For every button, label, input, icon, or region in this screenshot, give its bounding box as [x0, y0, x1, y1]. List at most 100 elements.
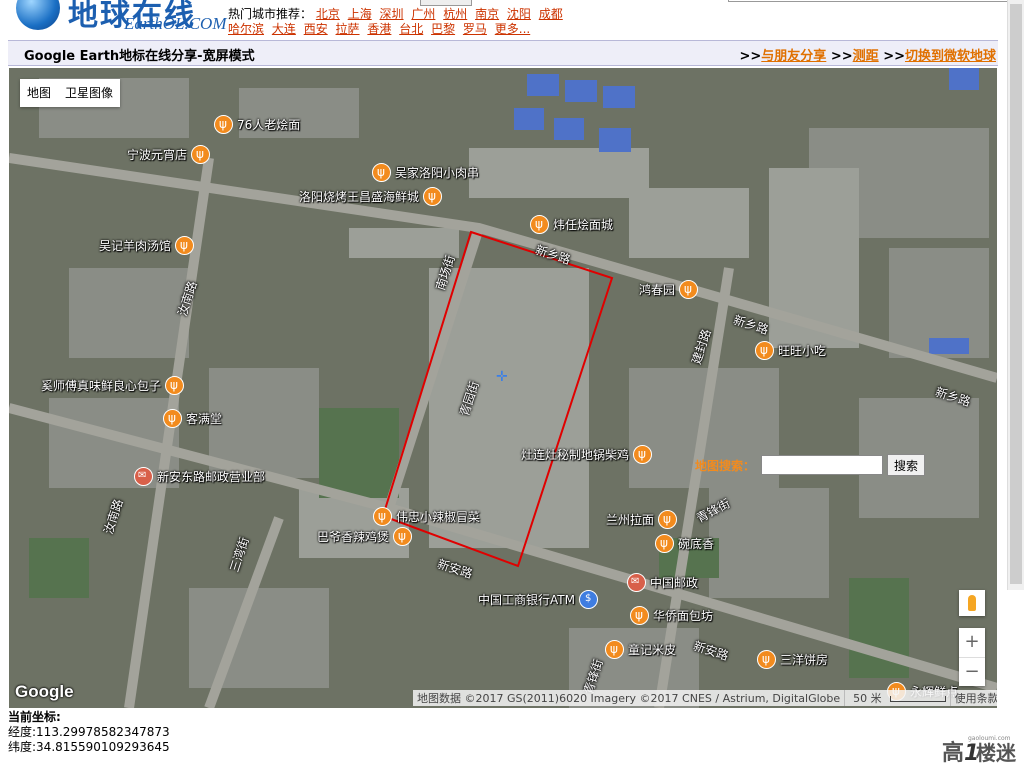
- poi[interactable]: 旺旺小吃: [755, 341, 830, 360]
- map-canvas[interactable]: 地图 卫星图像 76人老烩面 宁波元宵店 吴家洛阳小肉串 洛阳烧烤王昌盛海鲜城 …: [9, 68, 997, 708]
- page-scrollbar[interactable]: [1007, 0, 1024, 590]
- city-link-lasa[interactable]: 拉萨: [336, 22, 360, 36]
- svg-text:gaoloumi.com: gaoloumi.com: [968, 735, 1011, 742]
- map-search-input[interactable]: [761, 455, 884, 475]
- city-link-shenzhen[interactable]: 深圳: [380, 7, 404, 21]
- coordinates-panel: 当前坐标: 经度:113.29978582347873 纬度:34.815590…: [8, 710, 170, 755]
- poi[interactable]: 碗底香: [655, 534, 718, 553]
- city-link-shanghai[interactable]: 上海: [348, 7, 372, 21]
- city-link-more[interactable]: 更多...: [495, 22, 530, 36]
- pegman-icon[interactable]: [959, 590, 985, 616]
- measure-distance-link[interactable]: 测距: [853, 49, 879, 64]
- hot-cities: 热门城市推荐： 北京 上海 深圳 广州 杭州 南京 沈阳 成都 哈尔滨 大连 西…: [228, 7, 568, 37]
- poi[interactable]: 新安东路邮政营业部: [134, 467, 269, 486]
- poi[interactable]: 中国邮政: [627, 573, 702, 592]
- city-link-nanjing[interactable]: 南京: [475, 7, 499, 21]
- restaurant-icon: [214, 115, 233, 134]
- link-prefix: >>: [739, 49, 762, 64]
- poi[interactable]: 76人老烩面: [214, 115, 304, 134]
- longitude-value: 113.29978582347873: [36, 725, 170, 739]
- restaurant-icon: [655, 534, 674, 553]
- restaurant-icon: [530, 215, 549, 234]
- restaurant-icon: [373, 507, 392, 526]
- watermark-logo: 高 1 楼迷 gaoloumi.com: [942, 735, 1017, 766]
- top-bar: 地球在线 EarthOL.COM 热门城市推荐： 北京 上海 深圳 广州 杭州 …: [0, 0, 1024, 40]
- city-link-paris[interactable]: 巴黎: [431, 22, 455, 36]
- latitude-label: 纬度:: [8, 740, 37, 754]
- latitude-value: 34.815590109293645: [36, 740, 170, 754]
- city-link-taipei[interactable]: 台北: [399, 22, 423, 36]
- poi[interactable]: 宁波元宵店: [123, 145, 211, 164]
- poi[interactable]: 伟忠小辣椒冒菜: [373, 507, 484, 526]
- city-link-dalian[interactable]: 大连: [272, 22, 296, 36]
- title-bar: Google Earth地标在线分享-宽屏模式 >>与朋友分享 >>测距 >>切…: [8, 40, 998, 66]
- top-input-field[interactable]: [728, 0, 1010, 2]
- restaurant-icon: [605, 640, 624, 659]
- city-link-hongkong[interactable]: 香港: [367, 22, 391, 36]
- restaurant-icon: [757, 650, 776, 669]
- poi[interactable]: 炜任烩面城: [530, 215, 617, 234]
- poi[interactable]: 华侨面包坊: [630, 606, 717, 625]
- map-type-satellite[interactable]: 卫星图像: [58, 79, 120, 107]
- site-logo[interactable]: 地球在线 EarthOL.COM: [8, 0, 228, 38]
- poi[interactable]: 奚师傅真味鲜良心包子: [37, 376, 185, 395]
- scale-bar: [889, 696, 946, 702]
- hot-cities-label: 热门城市推荐：: [228, 7, 313, 21]
- scrollbar-thumb[interactable]: [1010, 4, 1022, 584]
- top-search-button[interactable]: [420, 0, 472, 6]
- poi[interactable]: 客满堂: [163, 409, 226, 428]
- poi[interactable]: 巴爷香辣鸡煲: [313, 527, 413, 546]
- restaurant-icon: [423, 187, 443, 206]
- poi[interactable]: 兰州拉面: [602, 510, 678, 529]
- zoom-control: + −: [959, 628, 985, 686]
- restaurant-icon: [630, 606, 649, 625]
- map-search: 地图搜索： 搜索: [695, 454, 926, 476]
- scale-label: 50 米: [853, 692, 882, 705]
- coords-heading: 当前坐标:: [8, 710, 61, 724]
- map-type-map[interactable]: 地图: [20, 79, 58, 107]
- poi[interactable]: 三洋饼房: [757, 650, 832, 669]
- logo-en: EarthOL.COM: [124, 14, 227, 33]
- map-attribution: 地图数据 ©2017 GS(2011)6020 Imagery ©2017 CN…: [413, 690, 997, 706]
- city-link-hangzhou[interactable]: 杭州: [443, 7, 467, 21]
- map-type-switcher: 地图 卫星图像: [20, 79, 121, 107]
- title-links: >>与朋友分享 >>测距 >>切换到微软地球: [740, 45, 997, 64]
- restaurant-icon: [163, 409, 182, 428]
- restaurant-icon: [372, 163, 391, 182]
- poi[interactable]: 洛阳烧烤王昌盛海鲜城: [295, 187, 443, 206]
- zoom-in-button[interactable]: +: [959, 628, 985, 658]
- poi[interactable]: 童记米皮: [605, 640, 680, 659]
- mail-icon: [134, 467, 153, 486]
- poi[interactable]: 吴家洛阳小肉串: [372, 163, 483, 182]
- map-scale[interactable]: 50 米: [844, 690, 950, 706]
- atm-icon: [578, 590, 598, 609]
- city-link-beijing[interactable]: 北京: [316, 7, 340, 21]
- mail-icon: [627, 573, 646, 592]
- restaurant-icon: [679, 280, 699, 299]
- city-link-rome[interactable]: 罗马: [463, 22, 487, 36]
- page-title: Google Earth地标在线分享-宽屏模式: [24, 49, 255, 64]
- terms-link[interactable]: 使用条款: [949, 690, 997, 706]
- switch-bing-maps-link[interactable]: 切换到微软地球: [905, 49, 996, 64]
- restaurant-icon: [175, 236, 195, 255]
- poi[interactable]: 鸿春园: [635, 280, 699, 299]
- svg-text:高: 高: [942, 740, 964, 766]
- latitude-row: 纬度:34.815590109293645: [8, 740, 170, 755]
- share-with-friends-link[interactable]: 与朋友分享: [761, 49, 826, 64]
- map-search-button[interactable]: 搜索: [887, 454, 926, 476]
- poi[interactable]: 灶连灶秘制地锅柴鸡: [517, 445, 653, 464]
- google-logo[interactable]: Google: [15, 682, 74, 702]
- city-link-shenyang[interactable]: 沈阳: [507, 7, 531, 21]
- longitude-row: 经度:113.29978582347873: [8, 725, 170, 740]
- city-link-xian[interactable]: 西安: [304, 22, 328, 36]
- svg-text:楼迷: 楼迷: [976, 741, 1017, 765]
- city-link-guangzhou[interactable]: 广州: [411, 7, 435, 21]
- restaurant-icon: [393, 527, 413, 546]
- city-link-chengdu[interactable]: 成都: [539, 7, 563, 21]
- zoom-out-button[interactable]: −: [959, 658, 985, 687]
- poi[interactable]: 吴记羊肉汤馆: [95, 236, 195, 255]
- poi[interactable]: 中国工商银行ATM: [474, 590, 598, 609]
- city-link-haerbin[interactable]: 哈尔滨: [228, 22, 264, 36]
- crosshair-icon: ✛: [496, 369, 508, 385]
- map-search-label: 地图搜索：: [695, 458, 756, 473]
